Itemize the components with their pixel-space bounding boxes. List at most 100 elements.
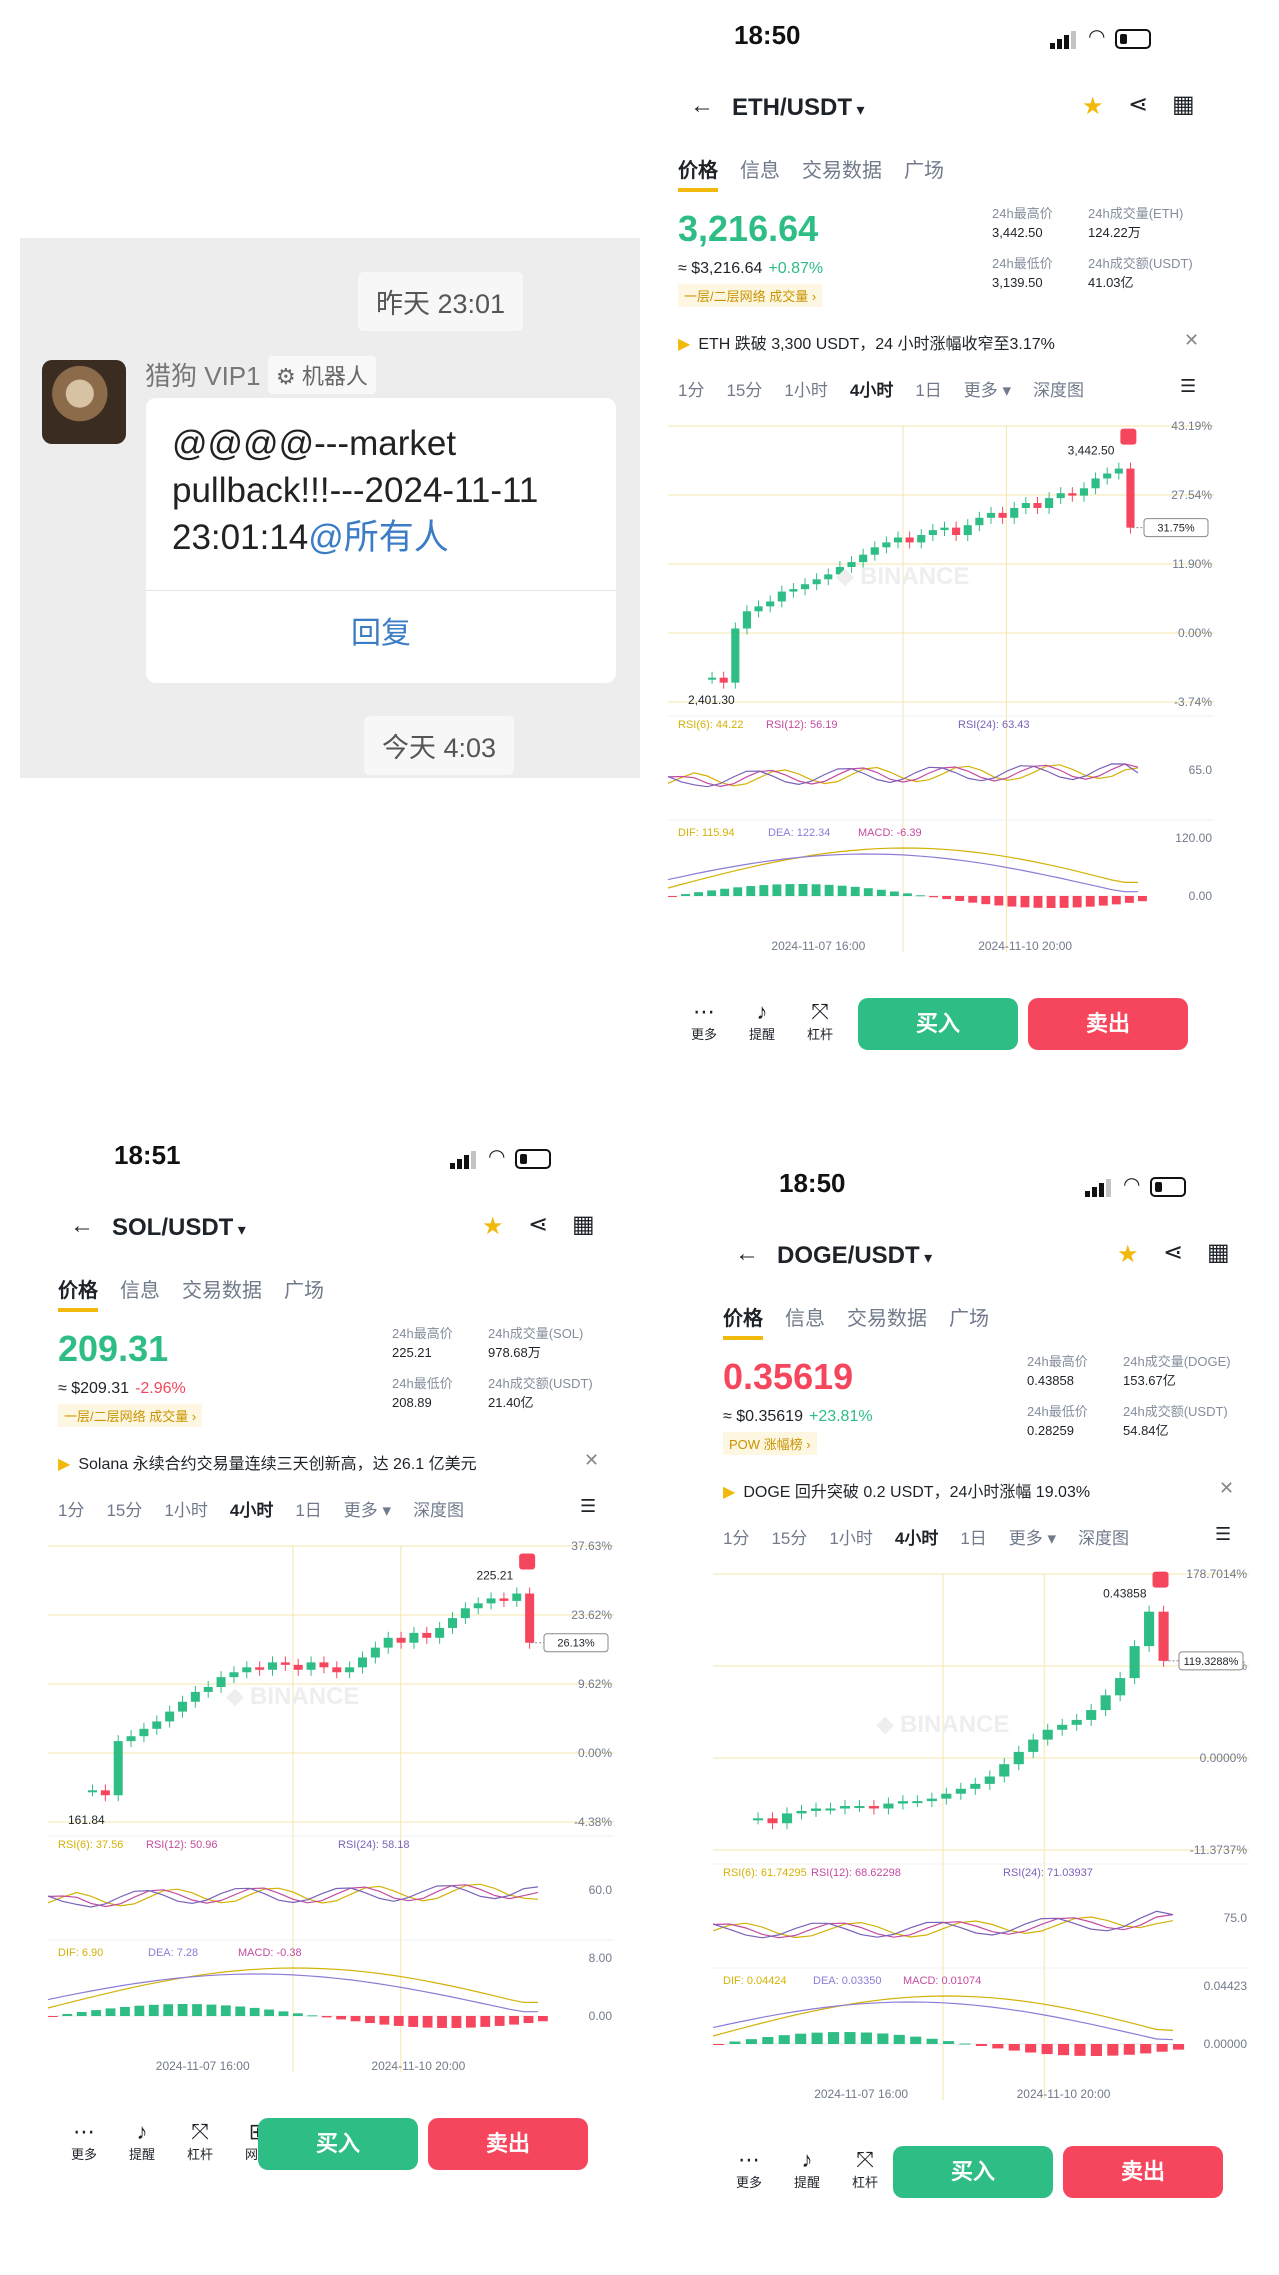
- mention-all[interactable]: @所有人: [308, 518, 449, 557]
- macd-bar: [393, 2016, 404, 2026]
- timeframe-1[interactable]: 15分: [106, 1501, 142, 1520]
- bottom-action-1[interactable]: ♪ 提醒: [781, 2148, 833, 2191]
- sell-button[interactable]: 卖出: [1063, 2146, 1223, 2198]
- timeframe-3[interactable]: 4小时: [850, 381, 893, 400]
- macd-bar: [1025, 2044, 1037, 2053]
- tab-2[interactable]: 交易数据: [847, 1308, 927, 1330]
- timeframe-6[interactable]: 深度图: [1078, 1529, 1129, 1548]
- avatar[interactable]: [42, 360, 126, 444]
- candlestick-chart[interactable]: 178.7014%51.9846%0.0000%-11.3737%119.328…: [705, 1560, 1255, 2120]
- timeframe-3[interactable]: 4小时: [230, 1501, 273, 1520]
- pair-selector[interactable]: ETH/USDT ▾: [732, 94, 864, 122]
- share-icon[interactable]: ⋖: [528, 1210, 548, 1239]
- back-arrow-icon[interactable]: ←: [735, 1240, 759, 1268]
- rsi-level: 65.0: [1189, 763, 1213, 777]
- tab-3[interactable]: 广场: [284, 1280, 324, 1302]
- news-notice[interactable]: ▶ Solana 永续合约交易量连续三天创新高，达 26.1 亿美元: [58, 1450, 477, 1474]
- back-arrow-icon[interactable]: ←: [690, 92, 714, 120]
- tab-1[interactable]: 信息: [740, 160, 780, 182]
- candlestick-chart[interactable]: 37.63% 23.62% 9.62% 0.00% -4.38% 26.13% 225.21…: [40, 1532, 620, 2092]
- chart-settings-icon[interactable]: ☰: [1180, 376, 1196, 397]
- tab-3[interactable]: 广场: [904, 160, 944, 182]
- candle: [868, 1806, 879, 1809]
- bottom-action-2[interactable]: ⤧ 杠杆: [839, 2148, 891, 2191]
- star-icon[interactable]: ★: [1117, 1240, 1139, 1269]
- buy-button[interactable]: 买入: [893, 2146, 1053, 2198]
- bottom-action-1[interactable]: ♪ 提醒: [736, 1000, 788, 1043]
- candle: [970, 1783, 981, 1789]
- timeframe-4[interactable]: 1日: [295, 1501, 321, 1520]
- timeframe-4[interactable]: 1日: [960, 1529, 986, 1548]
- close-icon[interactable]: ✕: [584, 1450, 599, 1471]
- category-tag[interactable]: 一层/二层网络 成交量 ›: [678, 284, 823, 307]
- star-icon[interactable]: ★: [482, 1212, 504, 1241]
- timeframe-1[interactable]: 15分: [726, 381, 762, 400]
- pair-selector[interactable]: SOL/USDT ▾: [112, 1214, 246, 1242]
- back-arrow-icon[interactable]: ←: [70, 1212, 94, 1240]
- tab-1[interactable]: 信息: [785, 1308, 825, 1330]
- grid-icon[interactable]: ▦: [572, 1210, 595, 1239]
- candle: [1158, 1611, 1169, 1661]
- tab-0[interactable]: 价格: [678, 160, 718, 192]
- share-icon[interactable]: ⋖: [1128, 90, 1148, 119]
- pair-name: SOL/USDT: [112, 1214, 234, 1241]
- chart-settings-icon[interactable]: ☰: [1215, 1524, 1231, 1545]
- stat-value: 0.43858: [1027, 1373, 1074, 1388]
- bottom-action-2[interactable]: ⤧ 杠杆: [174, 2120, 226, 2163]
- candle: [448, 1618, 457, 1628]
- timeframe-6[interactable]: 深度图: [413, 1501, 464, 1520]
- candle: [754, 606, 763, 612]
- tab-0[interactable]: 价格: [723, 1308, 763, 1340]
- timeframe-4[interactable]: 1日: [915, 381, 941, 400]
- buy-button[interactable]: 买入: [258, 2118, 418, 2170]
- macd-bar: [1107, 2044, 1119, 2056]
- reply-button[interactable]: 回复: [146, 608, 616, 652]
- bottom-action-0[interactable]: ⋯ 更多: [678, 1000, 730, 1043]
- timeframe-0[interactable]: 1分: [678, 381, 704, 400]
- chart-settings-icon[interactable]: ☰: [580, 1496, 596, 1517]
- bottom-action-2[interactable]: ⤧ 杠杆: [794, 1000, 846, 1043]
- grid-icon[interactable]: ▦: [1207, 1238, 1230, 1267]
- tab-1[interactable]: 信息: [120, 1280, 160, 1302]
- pair-selector[interactable]: DOGE/USDT ▾: [777, 1242, 932, 1270]
- news-notice[interactable]: ▶ DOGE 回升突破 0.2 USDT，24小时涨幅 19.03%: [723, 1478, 1090, 1502]
- timeframe-0[interactable]: 1分: [58, 1501, 84, 1520]
- timeframe-2[interactable]: 1小时: [829, 1529, 872, 1548]
- message-text: @@@@---market pullback!!!---2024-11-11 2…: [172, 424, 539, 557]
- grid-icon[interactable]: ▦: [1172, 90, 1195, 119]
- macd-bar: [76, 2011, 87, 2016]
- bottom-action-0[interactable]: ⋯ 更多: [723, 2148, 775, 2191]
- timeframe-1[interactable]: 15分: [771, 1529, 807, 1548]
- category-tag[interactable]: 一层/二层网络 成交量 ›: [58, 1404, 203, 1427]
- macd-bar: [746, 886, 756, 896]
- timeframe-0[interactable]: 1分: [723, 1529, 749, 1548]
- bottom-action-1[interactable]: ♪ 提醒: [116, 2120, 168, 2163]
- timeframe-6[interactable]: 深度图: [1033, 381, 1084, 400]
- tab-2[interactable]: 交易数据: [802, 160, 882, 182]
- timeframe-5[interactable]: 更多 ▾: [1009, 1529, 1056, 1548]
- candle: [883, 1803, 894, 1809]
- tab-3[interactable]: 广场: [949, 1308, 989, 1330]
- bottom-action-0[interactable]: ⋯ 更多: [58, 2120, 110, 2163]
- news-notice[interactable]: ▶ ETH 跌破 3,300 USDT，24 小时涨幅收窄至3.17%: [678, 330, 1055, 354]
- sell-button[interactable]: 卖出: [1028, 998, 1188, 1050]
- timeframe-2[interactable]: 1小时: [164, 1501, 207, 1520]
- candle: [1071, 1719, 1082, 1725]
- share-icon[interactable]: ⋖: [1163, 1238, 1183, 1267]
- macd-bar: [278, 2011, 289, 2016]
- timeframe-5[interactable]: 更多 ▾: [964, 381, 1011, 400]
- timeframe-5[interactable]: 更多 ▾: [344, 1501, 391, 1520]
- candlestick-chart[interactable]: 43.19% 27.54% 11.90% 0.00% -3.74% 31.75% 3,442…: [660, 412, 1220, 972]
- macd-label: DEA: 0.03350: [813, 1975, 882, 1987]
- candle: [1129, 1646, 1140, 1679]
- tab-2[interactable]: 交易数据: [182, 1280, 262, 1302]
- buy-button[interactable]: 买入: [858, 998, 1018, 1050]
- sell-button[interactable]: 卖出: [428, 2118, 588, 2170]
- timeframe-2[interactable]: 1小时: [784, 381, 827, 400]
- star-icon[interactable]: ★: [1082, 92, 1104, 121]
- timeframe-3[interactable]: 4小时: [895, 1529, 938, 1548]
- category-tag[interactable]: POW 涨幅榜 ›: [723, 1432, 817, 1455]
- close-icon[interactable]: ✕: [1219, 1478, 1234, 1499]
- tab-0[interactable]: 价格: [58, 1280, 98, 1312]
- close-icon[interactable]: ✕: [1184, 330, 1199, 351]
